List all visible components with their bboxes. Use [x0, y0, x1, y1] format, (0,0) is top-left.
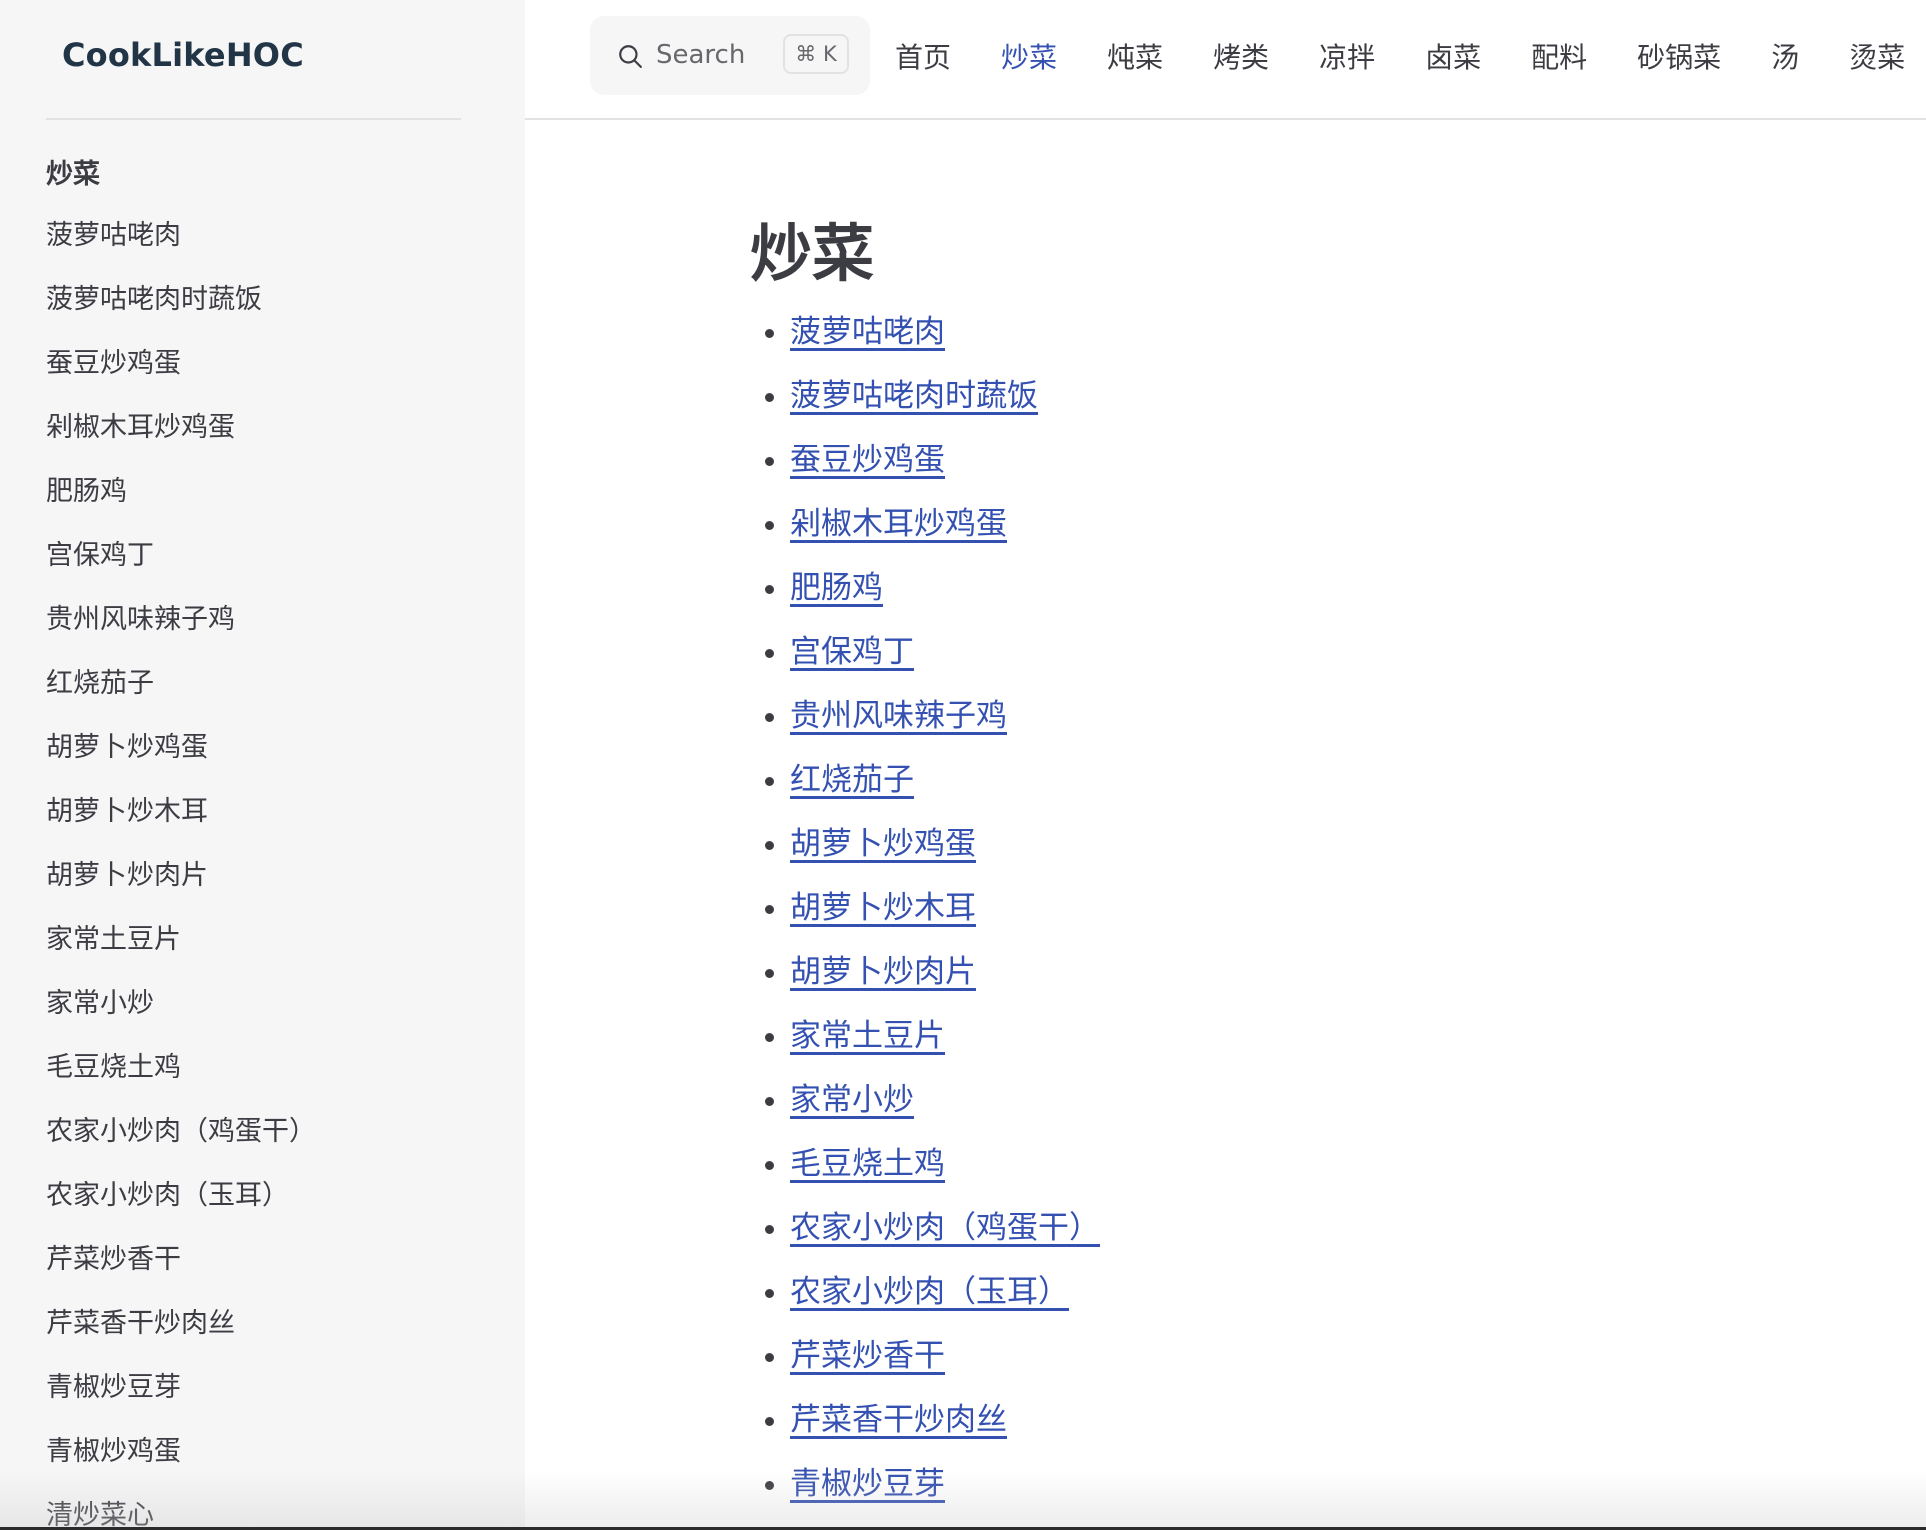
recipe-link[interactable]: 剁椒木耳炒鸡蛋 [790, 506, 1007, 542]
recipe-link[interactable]: 肥肠鸡 [790, 570, 883, 606]
site-logo-title[interactable]: CookLikeHOC [62, 36, 304, 74]
nav-item[interactable]: 凉拌 [1319, 36, 1375, 76]
recipe-link[interactable]: 胡萝卜炒木耳 [790, 890, 976, 926]
search-label: Search [656, 40, 746, 70]
recipe-link[interactable]: 农家小炒肉（玉耳） [790, 1274, 1069, 1310]
sidebar-item[interactable]: 农家小炒肉（鸡蛋干） [46, 1112, 316, 1176]
recipe-link[interactable]: 农家小炒肉（鸡蛋干） [790, 1210, 1100, 1246]
list-item: 菠萝咕咾肉 [790, 312, 1100, 376]
recipe-link[interactable]: 芹菜炒香干 [790, 1338, 945, 1374]
recipe-link[interactable]: 贵州风味辣子鸡 [790, 698, 1007, 734]
nav-item[interactable]: 炖菜 [1107, 36, 1163, 76]
main-nav: 首页 炒菜 炖菜 烤类 凉拌 卤菜 配料 砂锅菜 汤 烫菜 [895, 0, 1905, 112]
recipe-link[interactable]: 胡萝卜炒肉片 [790, 954, 976, 990]
nav-item[interactable]: 炒菜 [1001, 36, 1057, 76]
main-content: 炒菜 菠萝咕咾肉菠萝咕咾肉时蔬饭蚕豆炒鸡蛋剁椒木耳炒鸡蛋肥肠鸡宫保鸡丁贵州风味辣… [750, 210, 1100, 1528]
sidebar-item[interactable]: 贵州风味辣子鸡 [46, 600, 316, 664]
list-item: 蚕豆炒鸡蛋 [790, 440, 1100, 504]
sidebar-item[interactable]: 毛豆烧土鸡 [46, 1048, 316, 1112]
sidebar-divider [46, 118, 461, 120]
list-item: 剁椒木耳炒鸡蛋 [790, 504, 1100, 568]
nav-item[interactable]: 配料 [1531, 36, 1587, 76]
list-item: 青椒炒豆芽 [790, 1464, 1100, 1528]
sidebar-item[interactable]: 菠萝咕咾肉 [46, 216, 316, 280]
nav-item[interactable]: 砂锅菜 [1637, 36, 1721, 76]
list-item: 芹菜香干炒肉丝 [790, 1400, 1100, 1464]
sidebar-item[interactable]: 芹菜炒香干 [46, 1240, 316, 1304]
sidebar-section-title: 炒菜 [46, 159, 100, 190]
list-item: 胡萝卜炒木耳 [790, 888, 1100, 952]
sidebar-item[interactable]: 清炒菜心 [46, 1496, 316, 1530]
sidebar-item[interactable]: 家常小炒 [46, 984, 316, 1048]
list-item: 胡萝卜炒鸡蛋 [790, 824, 1100, 888]
sidebar-item[interactable]: 青椒炒豆芽 [46, 1368, 316, 1432]
sidebar-item[interactable]: 菠萝咕咾肉时蔬饭 [46, 280, 316, 344]
sidebar-item[interactable]: 剁椒木耳炒鸡蛋 [46, 408, 316, 472]
list-item: 农家小炒肉（玉耳） [790, 1272, 1100, 1336]
list-item: 宫保鸡丁 [790, 632, 1100, 696]
list-item: 农家小炒肉（鸡蛋干） [790, 1208, 1100, 1272]
sidebar-item[interactable]: 肥肠鸡 [46, 472, 316, 536]
list-item: 贵州风味辣子鸡 [790, 696, 1100, 760]
recipe-link[interactable]: 青椒炒豆芽 [790, 1466, 945, 1502]
list-item: 菠萝咕咾肉时蔬饭 [790, 376, 1100, 440]
search-icon [619, 45, 642, 68]
sidebar-item[interactable]: 农家小炒肉（玉耳） [46, 1176, 316, 1240]
recipe-link[interactable]: 毛豆烧土鸡 [790, 1146, 945, 1182]
nav-item[interactable]: 烫菜 [1849, 36, 1905, 76]
recipe-link[interactable]: 红烧茄子 [790, 762, 914, 798]
sidebar: CookLikeHOC 炒菜 菠萝咕咾肉 菠萝咕咾肉时蔬饭 蚕豆炒鸡蛋 剁椒木耳炒鸡蛋… [0, 0, 525, 1530]
recipe-link[interactable]: 菠萝咕咾肉时蔬饭 [790, 378, 1038, 414]
sidebar-list: 菠萝咕咾肉 菠萝咕咾肉时蔬饭 蚕豆炒鸡蛋 剁椒木耳炒鸡蛋 肥肠鸡 宫保鸡丁 贵州风味辣子鸡红… [46, 216, 316, 1530]
list-item: 芹菜炒香干 [790, 1336, 1100, 1400]
search-button[interactable]: Search ⌘ K [590, 16, 870, 95]
sidebar-item[interactable]: 胡萝卜炒木耳 [46, 792, 316, 856]
recipe-link[interactable]: 家常土豆片 [790, 1018, 945, 1054]
recipe-link-list: 菠萝咕咾肉菠萝咕咾肉时蔬饭蚕豆炒鸡蛋剁椒木耳炒鸡蛋肥肠鸡宫保鸡丁贵州风味辣子鸡红… [750, 312, 1100, 1528]
sidebar-item[interactable]: 胡萝卜炒肉片 [46, 856, 316, 920]
sidebar-item[interactable]: 蚕豆炒鸡蛋 [46, 344, 316, 408]
list-item: 肥肠鸡 [790, 568, 1100, 632]
nav-item[interactable]: 卤菜 [1425, 36, 1481, 76]
recipe-link[interactable]: 家常小炒 [790, 1082, 914, 1118]
top-navbar: Search ⌘ K 首页 炒菜 炖菜 烤类 凉拌 卤菜 配料 砂锅菜 汤 烫菜 [525, 0, 1926, 120]
nav-item[interactable]: 烤类 [1213, 36, 1269, 76]
search-shortcut-badge: ⌘ K [783, 34, 849, 74]
nav-item[interactable]: 汤 [1771, 36, 1799, 76]
page-title: 炒菜 [750, 217, 875, 290]
sidebar-item[interactable]: 青椒炒鸡蛋 [46, 1432, 316, 1496]
list-item: 家常土豆片 [790, 1016, 1100, 1080]
recipe-link[interactable]: 菠萝咕咾肉 [790, 314, 945, 350]
recipe-link[interactable]: 芹菜香干炒肉丝 [790, 1402, 1007, 1438]
sidebar-item[interactable]: 胡萝卜炒鸡蛋 [46, 728, 316, 792]
list-item: 毛豆烧土鸡 [790, 1144, 1100, 1208]
sidebar-item[interactable]: 宫保鸡丁 [46, 536, 316, 600]
sidebar-item[interactable]: 红烧茄子 [46, 664, 316, 728]
list-item: 红烧茄子 [790, 760, 1100, 824]
sidebar-item[interactable]: 芹菜香干炒肉丝 [46, 1304, 316, 1368]
recipe-link[interactable]: 宫保鸡丁 [790, 634, 914, 670]
list-item: 胡萝卜炒肉片 [790, 952, 1100, 1016]
recipe-link[interactable]: 胡萝卜炒鸡蛋 [790, 826, 976, 862]
sidebar-item[interactable]: 家常土豆片 [46, 920, 316, 984]
list-item: 家常小炒 [790, 1080, 1100, 1144]
nav-item[interactable]: 首页 [895, 36, 951, 76]
recipe-link[interactable]: 蚕豆炒鸡蛋 [790, 442, 945, 478]
